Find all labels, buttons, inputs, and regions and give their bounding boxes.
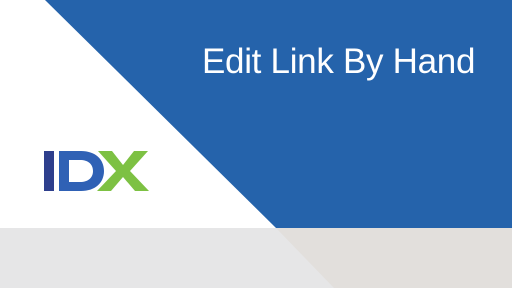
idx-logo xyxy=(44,151,149,191)
title-slide: Edit Link By Hand xyxy=(0,0,512,288)
logo-letter-i xyxy=(44,151,54,191)
slide-title: Edit Link By Hand xyxy=(202,42,476,81)
logo-letter-x xyxy=(97,151,149,191)
logo-letter-d xyxy=(59,151,104,191)
